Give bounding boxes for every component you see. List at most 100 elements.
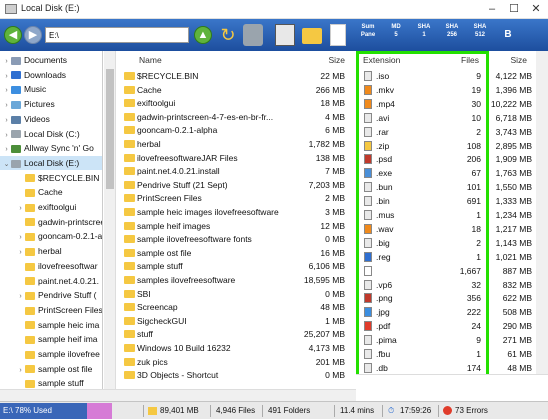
- pane-tab-strip[interactable]: [356, 374, 548, 390]
- expand-arrow-icon[interactable]: ›: [16, 290, 25, 302]
- tree-item[interactable]: › exiftoolgui: [0, 200, 102, 214]
- expand-arrow-icon[interactable]: ⌄: [2, 158, 11, 170]
- tree-item[interactable]: › Local Disk (C:): [0, 127, 102, 141]
- tree-item[interactable]: sample heic ima: [0, 318, 102, 332]
- extension-column-header[interactable]: Extension: [363, 51, 400, 69]
- file-row[interactable]: ilovefreesoftwareJAR Files 138 MB: [117, 151, 355, 165]
- back-icon[interactable]: ◀: [4, 26, 22, 44]
- forward-icon[interactable]: ▶: [24, 26, 42, 44]
- tree-scroll-thumb[interactable]: [106, 69, 114, 189]
- file-row[interactable]: samples ilovefreesoftware 18,595 MB: [117, 273, 355, 287]
- extension-row[interactable]: .avi 10: [359, 111, 487, 125]
- tree-item[interactable]: › Allway Sync 'n' Go: [0, 141, 102, 155]
- file-row[interactable]: exiftoolgui 18 MB: [117, 96, 355, 110]
- file-row[interactable]: sample stuff 6,106 MB: [117, 259, 355, 273]
- tree-item[interactable]: ilovefreesoftwar: [0, 259, 102, 273]
- extension-row[interactable]: .reg 1: [359, 250, 487, 264]
- extension-row[interactable]: .vp6 32: [359, 278, 487, 292]
- address-field[interactable]: [45, 27, 189, 43]
- expand-arrow-icon[interactable]: ›: [16, 202, 25, 214]
- extension-row[interactable]: .db 174: [359, 361, 487, 374]
- folder-icon[interactable]: [302, 28, 322, 44]
- extension-row[interactable]: .png 356: [359, 291, 487, 305]
- tree-item[interactable]: sample heif ima: [0, 332, 102, 346]
- file-row[interactable]: Screencap 48 MB: [117, 300, 355, 314]
- b-button[interactable]: B: [492, 23, 524, 47]
- tree-scrollbar[interactable]: [104, 51, 116, 389]
- extension-row[interactable]: .wav 18: [359, 222, 487, 236]
- tree-item[interactable]: PrintScreen Files: [0, 303, 102, 317]
- file-row[interactable]: Cache 266 MB: [117, 83, 355, 97]
- extension-row[interactable]: .zip 108: [359, 139, 487, 153]
- tree-item[interactable]: › Pictures: [0, 97, 102, 111]
- error-count[interactable]: 73 Errors: [455, 402, 488, 420]
- file-row[interactable]: gooncam-0.2.1-alpha 6 MB: [117, 123, 355, 137]
- file-row[interactable]: sample heif images 12 MB: [117, 219, 355, 233]
- tree-item[interactable]: $RECYCLE.BIN: [0, 171, 102, 185]
- tree-item[interactable]: paint.net.4.0.21.: [0, 274, 102, 288]
- size-column-header[interactable]: Size: [328, 51, 345, 69]
- file-row[interactable]: gadwin-printscreen-4-7-es-en-br-fr... 4 M…: [117, 110, 355, 124]
- extension-row[interactable]: .bin 691: [359, 194, 487, 208]
- expand-arrow-icon[interactable]: ›: [2, 129, 11, 141]
- file-row[interactable]: herbal 1,782 MB: [117, 137, 355, 151]
- database-icon[interactable]: [243, 24, 263, 46]
- extension-row[interactable]: .jpg 222: [359, 305, 487, 319]
- right-scrollbar[interactable]: [536, 51, 548, 389]
- tree-item[interactable]: › Music: [0, 82, 102, 96]
- expand-arrow-icon[interactable]: ›: [2, 114, 11, 126]
- expand-arrow-icon[interactable]: ›: [16, 364, 25, 376]
- extension-row[interactable]: 1,667: [359, 264, 487, 278]
- expand-arrow-icon[interactable]: ›: [2, 99, 11, 111]
- extension-row[interactable]: .mkv 19: [359, 83, 487, 97]
- file-row[interactable]: stuff 25,207 MB: [117, 327, 355, 341]
- document-icon[interactable]: [330, 24, 346, 46]
- extension-row[interactable]: .pima 9: [359, 333, 487, 347]
- file-row[interactable]: SBI 0 MB: [117, 287, 355, 301]
- tree-item[interactable]: › gooncam-0.2.1-al: [0, 229, 102, 243]
- extension-row[interactable]: .exe 67: [359, 166, 487, 180]
- file-row[interactable]: Pendrive Stuff (21 Sept) 7,203 MB: [117, 178, 355, 192]
- tree-item[interactable]: › Pendrive Stuff (: [0, 288, 102, 302]
- tree-item[interactable]: Cache: [0, 185, 102, 199]
- tree-item[interactable]: sample ilovefree: [0, 347, 102, 361]
- horizontal-scrollbar[interactable]: [0, 389, 356, 401]
- tree-item[interactable]: › Documents: [0, 53, 102, 67]
- up-icon[interactable]: ▲: [194, 26, 212, 44]
- tree-item[interactable]: › herbal: [0, 244, 102, 258]
- extension-row[interactable]: .iso 9: [359, 69, 487, 83]
- file-row[interactable]: zuk pics 201 MB: [117, 355, 355, 369]
- extension-row[interactable]: .big 2: [359, 236, 487, 250]
- extension-row[interactable]: .pdf 24: [359, 319, 487, 333]
- expand-arrow-icon[interactable]: ›: [16, 231, 25, 243]
- close-button[interactable]: ✕: [529, 2, 543, 16]
- extension-row[interactable]: .rar 2: [359, 125, 487, 139]
- tree-item[interactable]: sample stuff: [0, 376, 102, 389]
- expand-arrow-icon[interactable]: ›: [2, 143, 11, 155]
- name-column-header[interactable]: Name: [139, 51, 162, 69]
- tree-item[interactable]: › Downloads: [0, 68, 102, 82]
- extension-row[interactable]: .psd 206: [359, 152, 487, 166]
- maximize-button[interactable]: ☐: [507, 2, 521, 16]
- file-row[interactable]: sample heic images ilovefreesoftware 3 MB: [117, 205, 355, 219]
- expand-arrow-icon[interactable]: ›: [16, 246, 25, 258]
- file-row[interactable]: sample ost file 16 MB: [117, 246, 355, 260]
- tree-item[interactable]: ⌄ Local Disk (E:): [0, 155, 102, 170]
- calculator-icon[interactable]: [275, 24, 295, 46]
- file-row[interactable]: sample ilovefreesoftware fonts 0 MB: [117, 232, 355, 246]
- expand-arrow-icon[interactable]: ›: [2, 70, 11, 82]
- file-row[interactable]: Windows 10 Build 16232 4,173 MB: [117, 341, 355, 355]
- minimize-button[interactable]: –: [485, 2, 499, 16]
- tree-item[interactable]: › sample ost file: [0, 362, 102, 376]
- ext-size-column-header[interactable]: Size: [510, 51, 527, 69]
- file-row[interactable]: $RECYCLE.BIN 22 MB: [117, 69, 355, 83]
- extension-row[interactable]: .mus 1: [359, 208, 487, 222]
- file-row[interactable]: PrintScreen Files 2 MB: [117, 191, 355, 205]
- file-row[interactable]: paint.net.4.0.21.install 7 MB: [117, 164, 355, 178]
- refresh-icon[interactable]: ↻: [218, 25, 238, 47]
- file-row[interactable]: SigcheckGUI 1 MB: [117, 314, 355, 328]
- extension-row[interactable]: .fbu 1: [359, 347, 487, 361]
- files-column-header[interactable]: Files: [461, 51, 479, 69]
- tree-item[interactable]: › Videos: [0, 112, 102, 126]
- expand-arrow-icon[interactable]: ›: [2, 55, 11, 67]
